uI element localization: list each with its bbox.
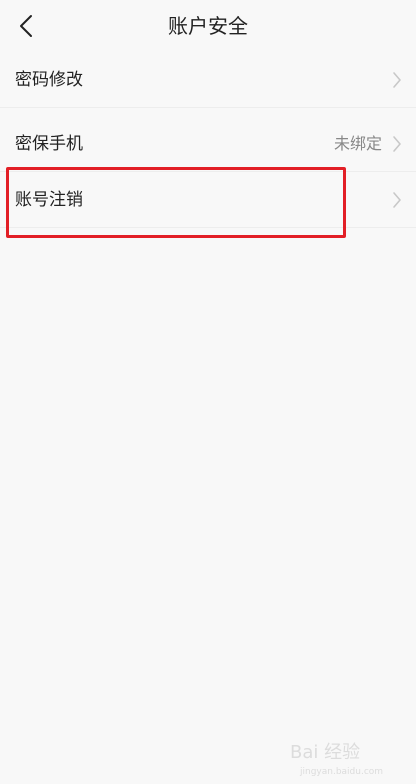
settings-row-password[interactable]: 密码修改: [0, 52, 416, 108]
row-label: 密码修改: [15, 70, 83, 90]
chevron-right-icon: [393, 192, 401, 208]
chevron-right-icon: [393, 136, 401, 152]
page-title: 账户安全: [168, 14, 248, 38]
row-divider: [0, 107, 416, 108]
settings-row-security-phone[interactable]: 密保手机 未绑定: [0, 116, 416, 172]
watermark-text: Bai 经验: [290, 742, 360, 763]
account-security-page: 账户安全 密码修改 密保手机 未绑定 账号注销 Bai 经验 jingyan.b…: [0, 0, 416, 784]
row-value: 未绑定: [333, 134, 382, 153]
watermark-subtext: jingyan.baidu.com: [299, 767, 383, 777]
top-bar: 账户安全: [0, 0, 416, 52]
paw-logo-icon: Bai 经验 jingyan.baidu.com: [290, 742, 383, 777]
chevron-right-icon: [393, 72, 401, 88]
highlight-box: [6, 167, 346, 238]
row-label: 密保手机: [15, 134, 83, 154]
baidu-jingyan-watermark: Bai 经验 jingyan.baidu.com: [288, 732, 408, 778]
